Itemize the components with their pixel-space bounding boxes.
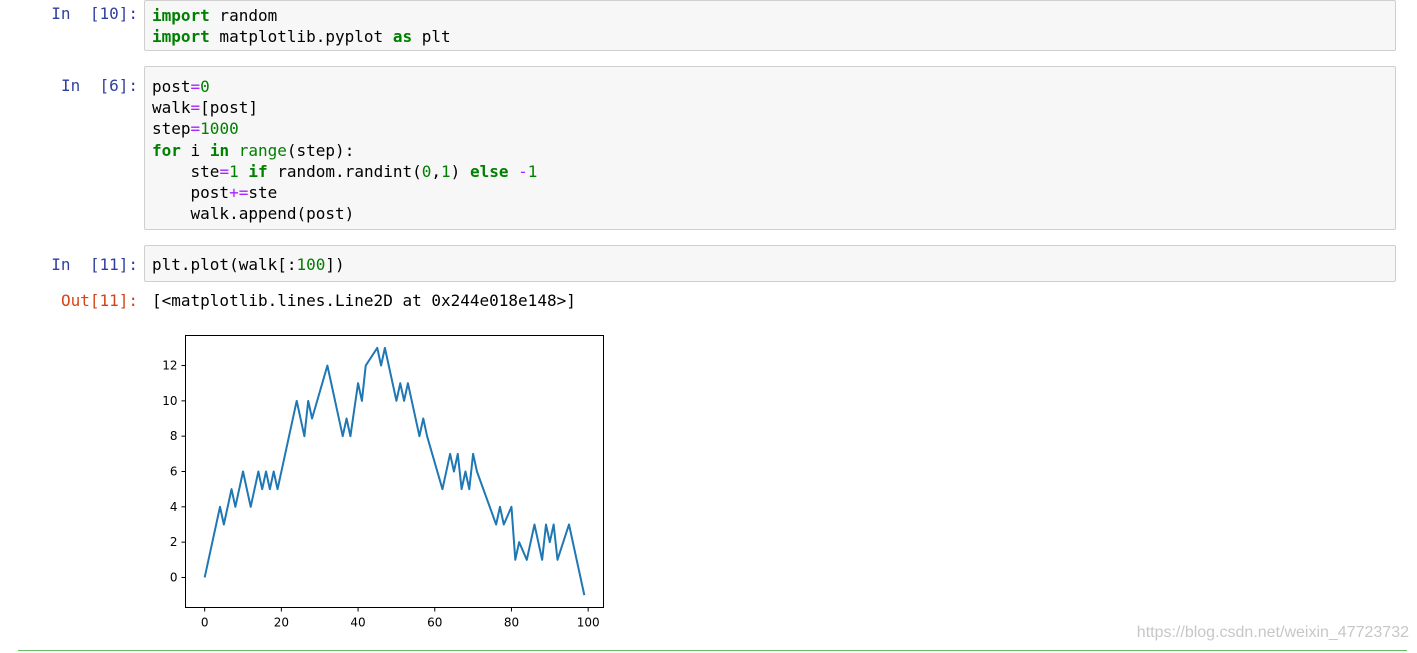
line-chart: 0 20 40 60 80 100 0 2 4 6 8 10 12: [162, 335, 604, 630]
chart-axes-frame: [185, 335, 604, 608]
code-token: =: [219, 161, 230, 181]
code-token: random.randint(: [267, 161, 422, 181]
code-token: 100: [296, 255, 326, 274]
cell-3-code-editor[interactable]: plt.plot(walk[:100]): [144, 245, 1396, 282]
chart-ticks: 0 20 40 60 80 100 0 2 4 6 8 10 12: [162, 359, 599, 630]
series-line: [203, 346, 586, 596]
code-token: =: [190, 98, 201, 118]
code-token: post: [152, 183, 230, 203]
code-token: (step):: [286, 140, 355, 160]
cell-2-prompt: In [6]:: [60, 76, 138, 95]
code-token: plt.plot(walk[:: [152, 255, 297, 274]
x-tick-label: 20: [274, 616, 289, 630]
code-token: in: [209, 140, 230, 160]
cell-1-code: import random import matplotlib.pyplot a…: [145, 1, 1395, 47]
code-token: for: [152, 140, 181, 160]
code-token: ste: [152, 161, 220, 181]
y-tick-label: 8: [170, 429, 178, 443]
code-token: random: [209, 6, 278, 25]
y-tick-label: 2: [170, 535, 178, 549]
code-token: ): [450, 161, 470, 181]
code-token: 0: [200, 77, 210, 96]
output-prompt: Out[11]:: [60, 291, 138, 310]
code-token: 1: [229, 161, 239, 181]
code-token: range: [238, 140, 287, 160]
code-token: 1000: [200, 119, 239, 139]
y-tick-label: 0: [170, 570, 178, 584]
bottom-divider: [18, 650, 1407, 651]
code-token: -: [518, 161, 528, 181]
code-token: walk: [152, 98, 191, 118]
code-token: i: [180, 140, 210, 160]
cell-2-code-editor[interactable]: post=0 walk=[post] step=1000 for i in ra…: [144, 66, 1396, 230]
watermark-text: https://blog.csdn.net/weixin_47723732: [1136, 624, 1409, 641]
cell-3-code: plt.plot(walk[:100]): [145, 246, 1395, 275]
code-token: +=: [229, 183, 249, 203]
code-token: =: [190, 119, 201, 139]
cell-1-prompt: In [10]:: [51, 4, 138, 23]
y-tick-label: 6: [170, 465, 178, 479]
x-tick-label: 100: [577, 616, 600, 630]
code-token: step: [152, 119, 191, 139]
y-tick-label: 10: [162, 394, 177, 408]
code-token: ste: [248, 183, 278, 203]
code-token: as: [392, 27, 413, 47]
code-token: =: [190, 77, 201, 96]
x-tick-label: 80: [504, 616, 519, 630]
code-token: import: [152, 6, 210, 25]
code-token: walk.append(post): [152, 204, 355, 224]
code-token: 1: [527, 161, 538, 181]
output-text: [<matplotlib.lines.Line2D at 0x244e018e1…: [152, 291, 576, 310]
code-token: ,: [431, 161, 442, 181]
code-token: else: [469, 161, 509, 181]
y-tick-label: 12: [162, 359, 177, 373]
cell-1-code-editor[interactable]: import random import matplotlib.pyplot a…: [144, 0, 1396, 51]
code-token: import: [152, 27, 210, 47]
x-tick-label: 0: [201, 616, 209, 630]
cell-2-code: post=0 walk=[post] step=1000 for i in ra…: [145, 67, 1395, 224]
code-token: [post]: [200, 98, 258, 118]
code-token: 1: [441, 161, 451, 181]
x-tick-label: 60: [427, 616, 442, 630]
cell-3-prompt: In [11]:: [51, 255, 138, 274]
code-token: matplotlib.pyplot: [209, 27, 393, 47]
code-token: post: [152, 77, 191, 96]
code-token: if: [248, 161, 268, 181]
x-tick-label: 40: [350, 616, 365, 630]
code-token: 0: [421, 161, 432, 181]
y-tick-label: 4: [170, 500, 178, 514]
code-token: plt: [412, 27, 451, 47]
code-token: ]): [325, 255, 345, 274]
